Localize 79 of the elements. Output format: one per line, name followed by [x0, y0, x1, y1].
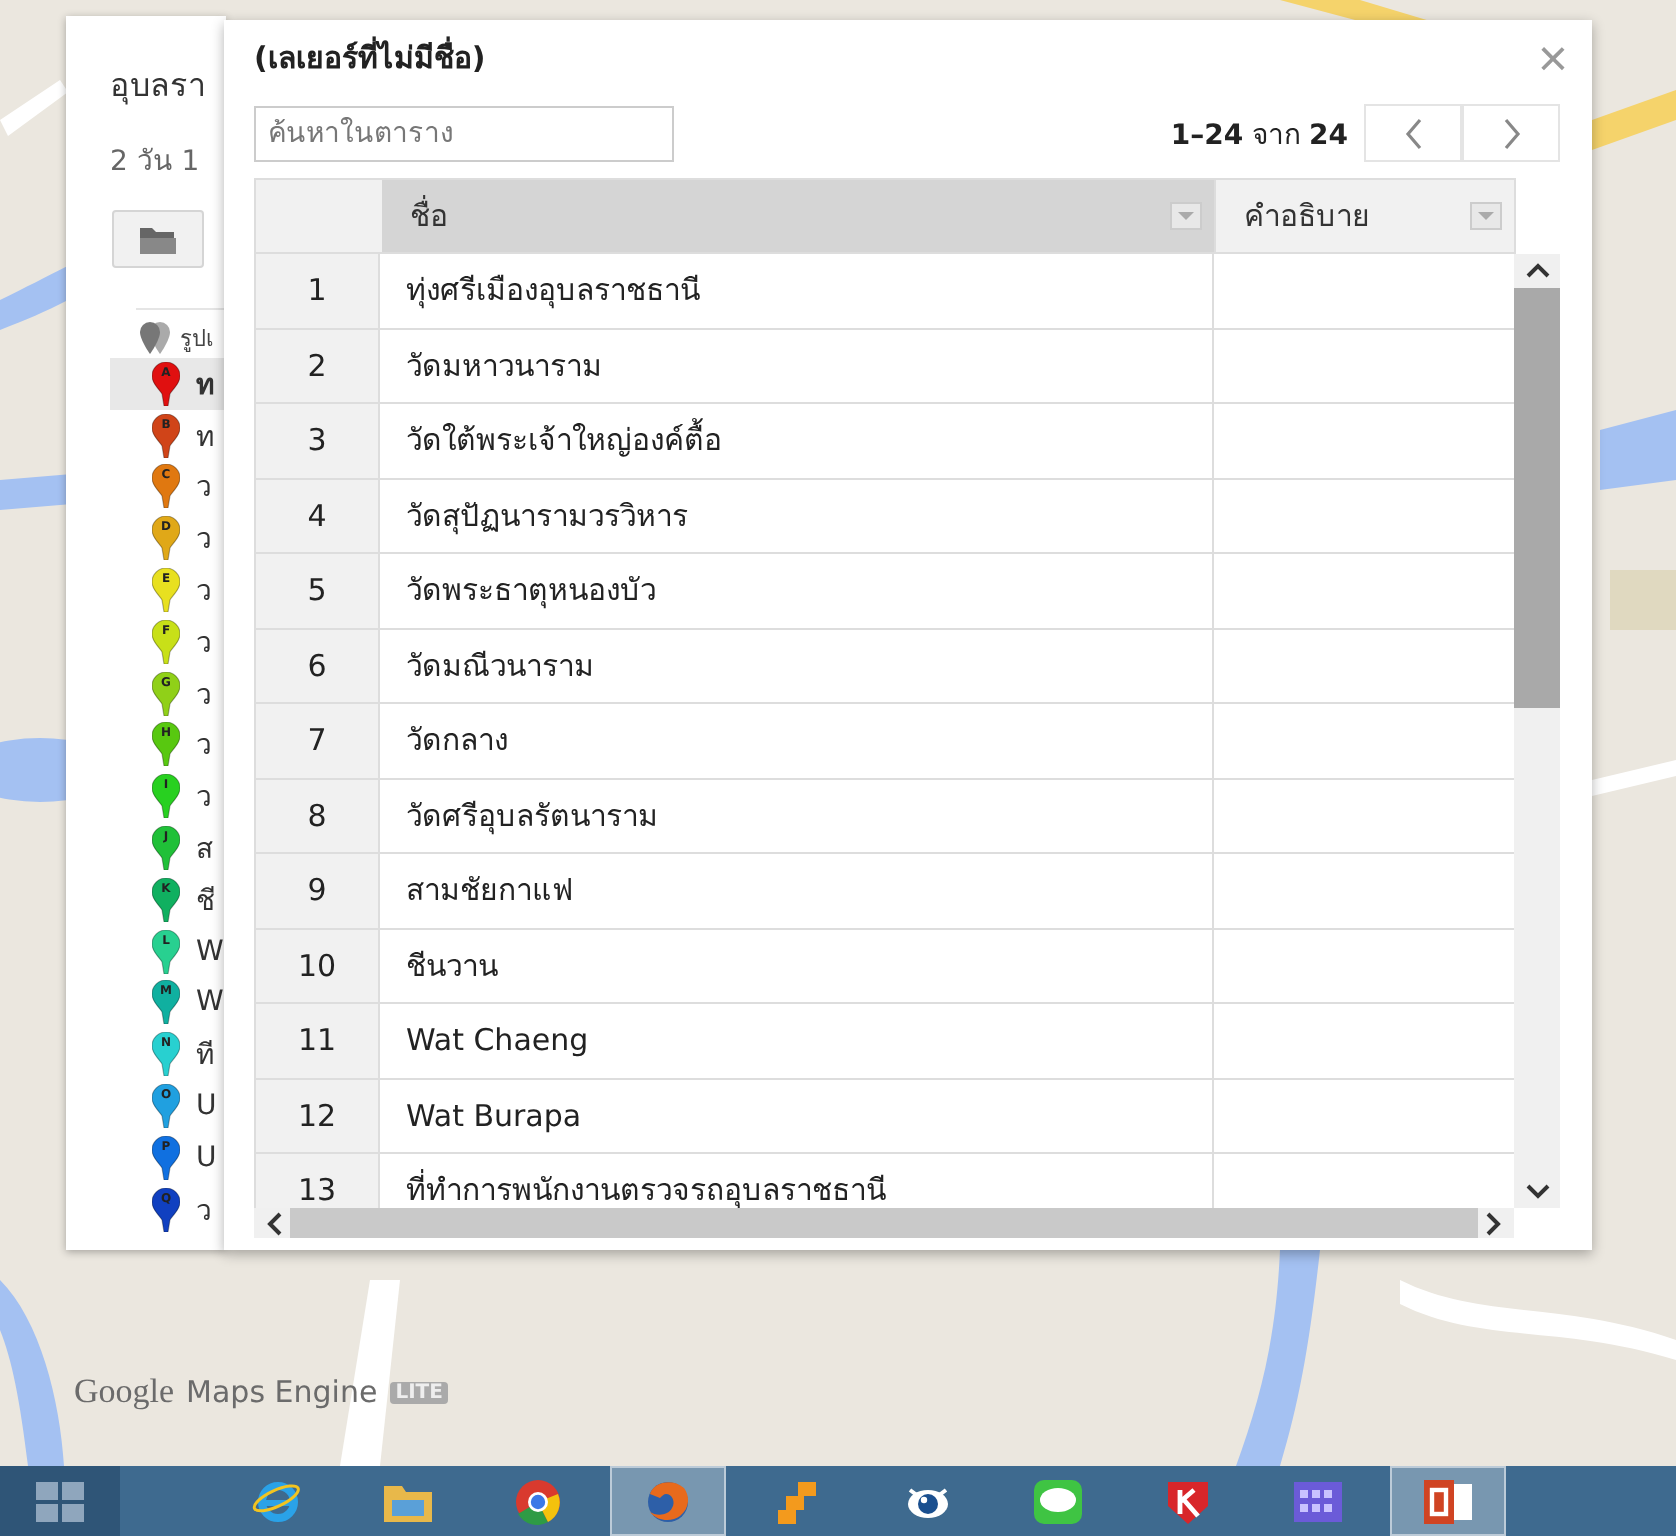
- table-cell: วัดใต้พระเจ้าใหญ่องค์ตื้อ: [380, 404, 1214, 477]
- header-corner: [256, 180, 382, 252]
- map-subtitle: 2 วัน 1: [110, 144, 202, 182]
- chevron-up-icon[interactable]: [1525, 262, 1549, 278]
- chevron-right-icon[interactable]: [1486, 1211, 1502, 1235]
- windows-icon: [36, 1481, 84, 1521]
- chat-bubble-icon: [1032, 1477, 1084, 1525]
- k-shield-icon: [1164, 1477, 1212, 1525]
- table-cell: วัดสุปัฏนารามวรวิหาร: [380, 479, 1214, 552]
- layer-name: ว: [196, 470, 212, 509]
- table-cell: วัดพระธาตุหนองบัว: [380, 554, 1214, 627]
- chevron-left-icon: [1403, 117, 1423, 149]
- e-logo-icon: [252, 1477, 304, 1525]
- fox-globe-icon: [644, 1477, 692, 1525]
- slides-icon: [1422, 1477, 1474, 1525]
- folder-button[interactable]: [112, 210, 204, 268]
- layer-name: U: [196, 1090, 217, 1123]
- row-number: 2: [256, 329, 380, 402]
- table-cell: สามชัยกาแฟ: [380, 854, 1214, 927]
- layer-name: ว: [196, 574, 212, 613]
- layer-name: ชี: [196, 883, 216, 922]
- dialog-title: (เลเยอร์ที่ไม่มีชื่อ): [254, 34, 486, 80]
- table-cell: ชีนวาน: [380, 929, 1214, 1002]
- row-number: 3: [256, 404, 380, 477]
- grid-window-icon: [1292, 1477, 1344, 1525]
- chevron-right-icon: [1501, 117, 1521, 149]
- layer-name: ว: [196, 677, 212, 716]
- table-cell: วัดมหาวนาราม: [380, 329, 1214, 402]
- row-number: 4: [256, 479, 380, 552]
- row-number: 13: [256, 1154, 380, 1208]
- folder-icon: [138, 223, 178, 255]
- row-number: 1: [256, 254, 380, 327]
- vertical-scrollbar[interactable]: [1514, 254, 1560, 1208]
- layer-name: ท: [196, 419, 214, 458]
- layer-name: ที: [196, 1038, 214, 1077]
- row-number: 10: [256, 929, 380, 1002]
- table-cell: วัดศรีอุบลรัตนาราม: [380, 779, 1214, 852]
- pins-icon: [136, 320, 176, 356]
- row-number: 12: [256, 1079, 380, 1152]
- layer-name: ส: [196, 832, 214, 871]
- map-title: อุบลรา: [110, 64, 208, 109]
- row-number: 8: [256, 779, 380, 852]
- product-name: Maps Engine: [186, 1374, 378, 1410]
- previous-page-button[interactable]: [1364, 104, 1462, 162]
- blocks-icon: [774, 1477, 822, 1525]
- logo-wordmark: Google: [74, 1372, 175, 1412]
- layer-name: ว: [196, 625, 212, 664]
- search-field[interactable]: ค้นหาในตาราง: [254, 105, 674, 161]
- group-label: รูปเ: [180, 324, 214, 356]
- row-number: 7: [256, 704, 380, 777]
- scroll-thumb[interactable]: [1514, 288, 1560, 708]
- dropdown-icon: [1470, 202, 1502, 230]
- chevron-down-icon[interactable]: [1525, 1184, 1549, 1200]
- table-cell: Wat Burapa: [380, 1079, 1214, 1152]
- start-button[interactable]: [0, 1466, 120, 1536]
- pagination-count: 1–24 จาก 24: [1170, 117, 1348, 155]
- layer-name: ว: [196, 522, 212, 561]
- row-number: 9: [256, 854, 380, 927]
- row-number: 5: [256, 554, 380, 627]
- ring-logo-icon: [514, 1477, 562, 1525]
- layer-name: ว: [196, 728, 212, 767]
- row-number: 6: [256, 629, 380, 702]
- layer-name: ว: [196, 780, 212, 819]
- row-number: 11: [256, 1004, 380, 1077]
- layer-name: ว: [196, 1193, 212, 1232]
- table-cell: วัดมณีวนาราม: [380, 629, 1214, 702]
- layer-name: W: [196, 935, 224, 968]
- table-cell: วัดกลาง: [380, 704, 1214, 777]
- layer-name: W: [196, 986, 224, 1019]
- column-header[interactable]: ชื่อ: [381, 180, 1215, 252]
- layer-name: U: [196, 1141, 217, 1174]
- table-cell: Wat Chaeng: [380, 1004, 1214, 1077]
- table-cell: ทุ่งศรีเมืองอุบลราชธานี: [380, 254, 1214, 327]
- taskbar-app-button[interactable]: [1390, 1466, 1506, 1536]
- column-header[interactable]: คำอธิบาย: [1214, 180, 1514, 252]
- taskbar-app-button[interactable]: [610, 1466, 726, 1536]
- dropdown-icon: [1170, 202, 1203, 230]
- layer-name: ท: [196, 367, 214, 406]
- chevron-left-icon[interactable]: [266, 1211, 282, 1235]
